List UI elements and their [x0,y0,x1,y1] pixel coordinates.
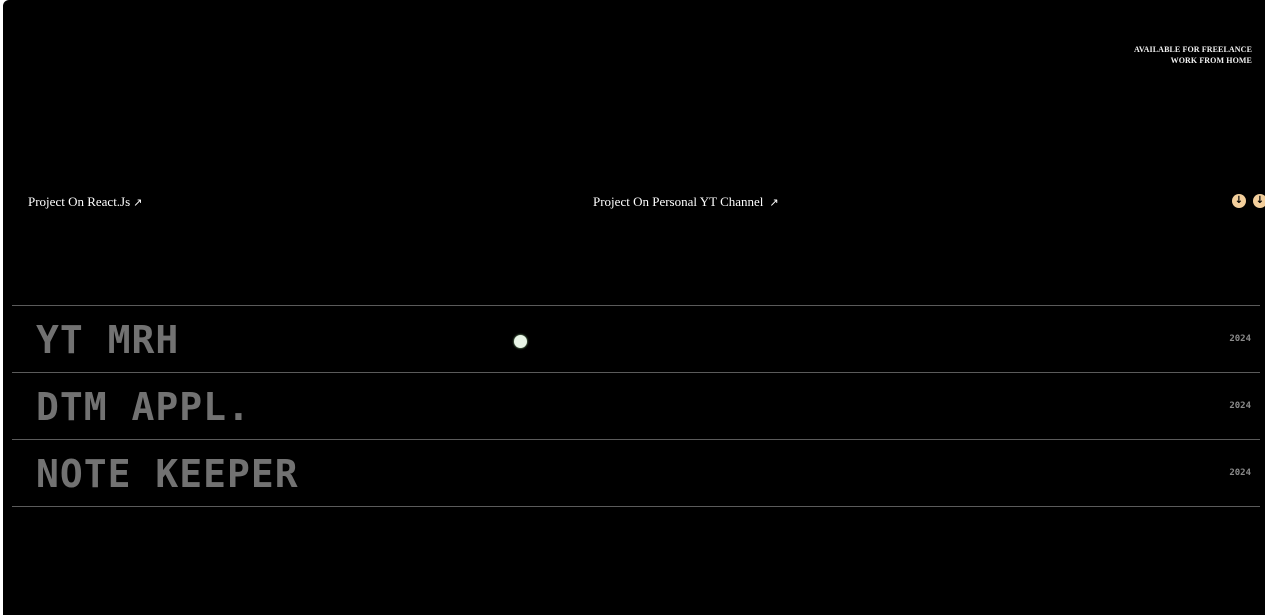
project-row[interactable]: DTM APPL. 2024 [12,373,1260,440]
project-name: NOTE KEEPER [36,452,299,496]
project-name: DTM APPL. [36,385,251,429]
yt-channel-project-link[interactable]: Project On Personal YT Channel ↗ [593,194,779,210]
page-frame: AVAILABLE FOR FREELANCE WORK FROM HOME P… [3,0,1265,615]
custom-cursor-dot [514,335,527,348]
react-project-link[interactable]: Project On React.Js ↗ [28,194,142,210]
availability-tagline: AVAILABLE FOR FREELANCE WORK FROM HOME [1134,44,1252,66]
tagline-line-2: WORK FROM HOME [1170,56,1252,65]
tagline-line-1: AVAILABLE FOR FREELANCE [1133,45,1252,54]
project-row[interactable]: NOTE KEEPER 2024 [12,440,1260,507]
project-year: 2024 [1229,468,1251,478]
project-year: 2024 [1229,401,1251,411]
arrow-up-right-icon: ↗ [133,196,143,209]
project-name: YT MRH [36,318,180,362]
arrow-down-circle-icon[interactable]: ↓ [1253,194,1265,208]
arrow-down-circle-icon[interactable]: ↓ [1232,194,1246,208]
arrow-up-right-icon: ↗ [769,196,779,209]
project-list: YT MRH 2024 DTM APPL. 2024 NOTE KEEPER 2… [12,305,1260,507]
react-project-link-label: Project On React.Js [28,194,131,209]
project-year: 2024 [1229,334,1251,344]
yt-channel-project-link-label: Project On Personal YT Channel [593,194,764,209]
project-row[interactable]: YT MRH 2024 [12,306,1260,373]
